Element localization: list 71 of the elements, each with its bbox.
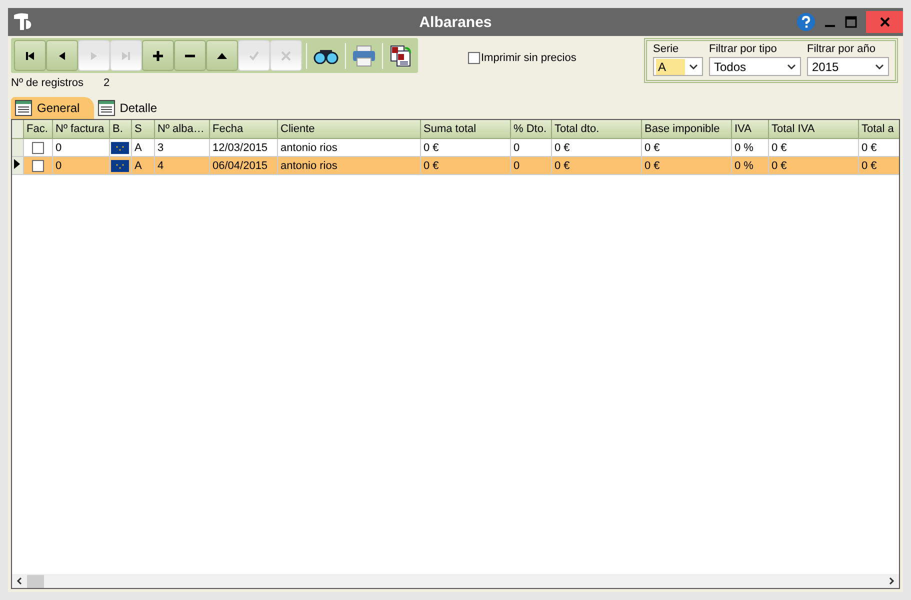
table-cell: 0 (510, 156, 551, 174)
filter-dropdown[interactable]: A (653, 57, 703, 76)
help-icon[interactable] (797, 13, 815, 31)
scroll-left-icon[interactable] (16, 577, 24, 585)
caret-icon (689, 64, 698, 70)
table-cell: antonio rios (277, 156, 420, 174)
table-cell: 0 € (768, 156, 858, 174)
table-cell: 0 % (731, 156, 768, 174)
toolbar-button[interactable] (14, 40, 46, 71)
window-title: Albaranes (419, 14, 492, 30)
filter-label: Serie (653, 43, 680, 55)
binoculars-icon[interactable] (313, 48, 339, 64)
column-header[interactable]: Total a (858, 120, 899, 138)
table-cell: 0 (52, 156, 109, 174)
close-icon (880, 17, 890, 27)
column-header[interactable]: Nº alba… (154, 120, 209, 138)
column-header[interactable]: Nº factura (52, 120, 109, 138)
column-header[interactable]: Total dto. (551, 120, 641, 138)
checkbox[interactable] (32, 142, 44, 154)
column-header[interactable]: B. (109, 120, 131, 138)
column-header[interactable]: S (131, 120, 154, 138)
filter-dropdown[interactable]: 2015 (807, 57, 889, 76)
checkmark-icon (248, 50, 260, 62)
records-count: 2 (104, 77, 110, 89)
list-icon (15, 100, 32, 116)
filter-label: Filtrar por año (807, 43, 876, 55)
caret-icon (875, 64, 884, 70)
column-header[interactable]: % Dto. (510, 120, 551, 138)
column-header[interactable]: Total IVA (768, 120, 858, 138)
filter-dropdown[interactable]: Todos (709, 57, 801, 76)
column-header[interactable]: Cliente (277, 120, 420, 138)
tab[interactable]: General (11, 97, 94, 119)
toolbar-button[interactable] (174, 40, 206, 71)
app-logo-icon (12, 12, 34, 32)
scroll-right-icon[interactable] (887, 577, 895, 585)
table-cell: 0 € (551, 156, 641, 174)
filter-label: Filtrar por tipo (709, 43, 778, 55)
checkbox[interactable] (32, 160, 44, 172)
scrollbar-thumb[interactable] (27, 574, 44, 588)
table-cell: 4 (154, 156, 209, 174)
column-header[interactable]: Fac. (23, 120, 52, 138)
checkbox-label: Imprimir sin precios (481, 52, 576, 64)
records-label: Nº de registros (11, 77, 84, 89)
close-icon (280, 50, 292, 62)
caret-icon (787, 64, 796, 70)
table-cell: 0 € (858, 156, 899, 174)
maximize-icon[interactable] (845, 16, 857, 28)
checkbox[interactable] (468, 52, 480, 64)
printer-icon[interactable] (352, 44, 376, 66)
close-button[interactable] (866, 11, 903, 33)
table-cell: A (131, 156, 154, 174)
column-header[interactable]: IVA (731, 120, 768, 138)
toolbar-button[interactable] (46, 40, 78, 71)
flag-icon (111, 142, 129, 154)
table-cell: 0 € (420, 156, 510, 174)
column-header[interactable]: Suma total (420, 120, 510, 138)
table-cell: 06/04/2015 (209, 156, 277, 174)
list-icon (98, 100, 115, 116)
skip-start-icon (24, 50, 36, 62)
horizontal-scrollbar[interactable] (12, 574, 899, 588)
tab[interactable]: Detalle (94, 97, 172, 119)
column-header[interactable]: Fecha (209, 120, 277, 138)
report-icon[interactable] (389, 44, 413, 68)
toolbar-button[interactable] (206, 40, 238, 71)
toolbar-button[interactable] (142, 40, 174, 71)
column-header[interactable]: Base imponible (641, 120, 731, 138)
plus-icon (152, 50, 164, 62)
skip-end-icon (120, 50, 132, 62)
row-pointer-icon (14, 159, 20, 169)
flag-icon (111, 160, 129, 172)
table-cell: 0 € (641, 156, 731, 174)
